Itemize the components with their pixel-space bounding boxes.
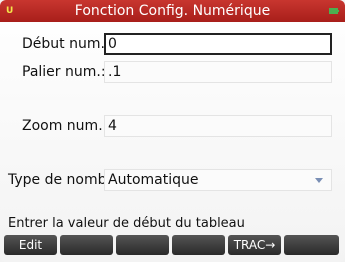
number-type-row: Type de nomb Automatique bbox=[0, 168, 345, 192]
step-input[interactable]: .1 bbox=[104, 61, 332, 83]
calculator-screen: U Fonction Config. Numérique Début num.:… bbox=[0, 0, 345, 262]
mode-indicator-icon: U bbox=[6, 6, 14, 16]
zoom-row: Zoom num.: 4 bbox=[0, 114, 345, 138]
title-bar: U Fonction Config. Numérique bbox=[0, 0, 345, 22]
zoom-label: Zoom num.: bbox=[22, 118, 108, 134]
softkey-4[interactable] bbox=[172, 235, 225, 255]
chevron-down-icon[interactable] bbox=[315, 178, 323, 183]
start-row: Début num.: 0 bbox=[0, 32, 345, 56]
softkey-menu: Edit TRAC→ bbox=[0, 235, 345, 255]
number-type-value: Automatique bbox=[108, 172, 199, 188]
step-label: Palier num.: bbox=[22, 64, 106, 80]
softkey-2[interactable] bbox=[60, 235, 113, 255]
softkey-3[interactable] bbox=[116, 235, 169, 255]
help-text: Entrer la valeur de début du tableau bbox=[8, 216, 245, 231]
number-type-label: Type de nomb bbox=[8, 172, 107, 188]
battery-icon bbox=[329, 8, 339, 14]
softkey-6[interactable] bbox=[284, 235, 339, 255]
zoom-input[interactable]: 4 bbox=[104, 115, 332, 137]
softkey-edit[interactable]: Edit bbox=[4, 235, 57, 255]
step-row: Palier num.: .1 bbox=[0, 60, 345, 84]
number-type-select[interactable]: Automatique bbox=[104, 169, 332, 191]
start-label: Début num.: bbox=[22, 36, 110, 52]
softkey-trace[interactable]: TRAC→ bbox=[228, 235, 281, 255]
page-title: Fonction Config. Numérique bbox=[74, 3, 271, 19]
start-input[interactable]: 0 bbox=[104, 33, 332, 55]
